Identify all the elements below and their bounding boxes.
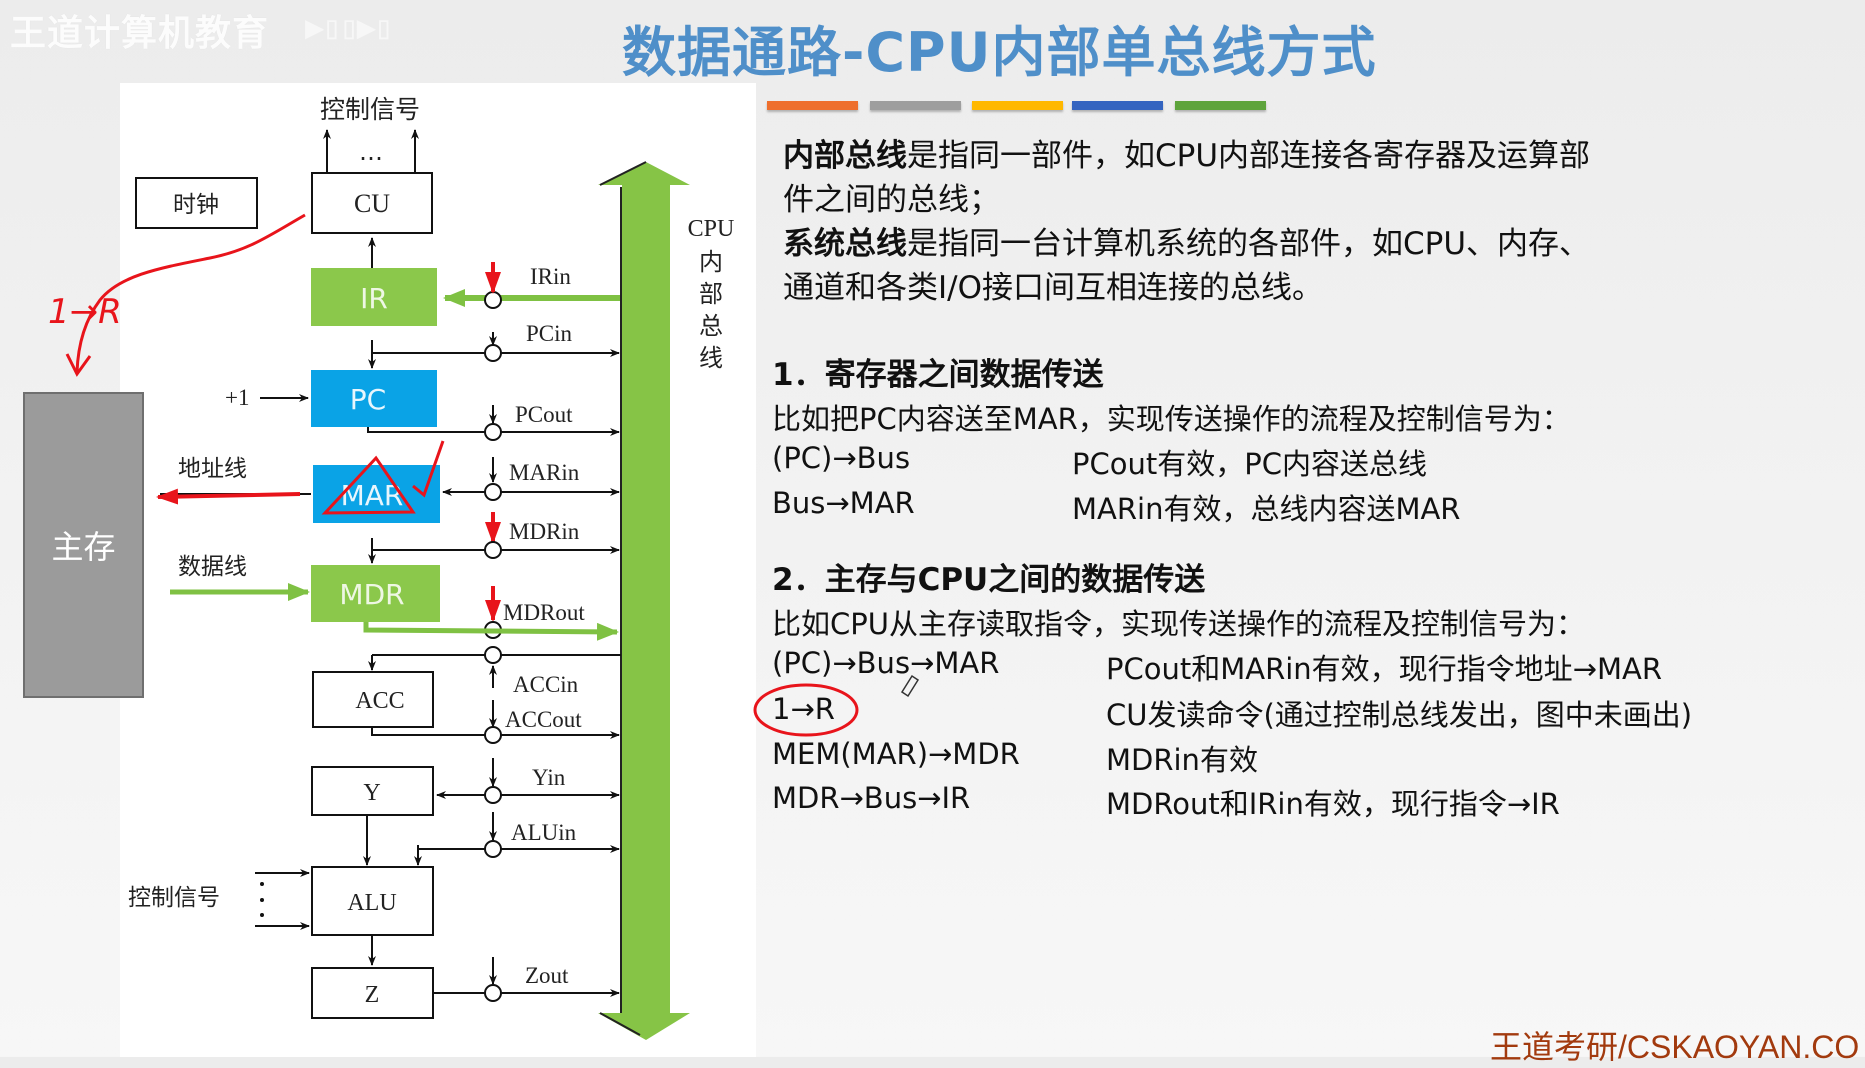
z-label: Z [365, 982, 380, 1008]
signal-mdrin: MDRin [509, 519, 580, 544]
signal-pcin: PCin [526, 321, 573, 346]
footer-brand: 王道考研/CSKAOYAN.CO [1490, 1029, 1860, 1065]
signal-aluin: ALUin [511, 820, 577, 845]
irin-gate [484, 291, 502, 309]
step: (PC)→Bus→MAR [772, 646, 1000, 680]
signal-zout: Zout [525, 963, 569, 988]
marin-gate [484, 483, 502, 501]
signal-accout: ACCout [505, 707, 582, 732]
handwritten-1-to-R: 1→R [48, 292, 122, 332]
step: MEM(MAR)→MDR [772, 737, 1020, 771]
signal-accin: ACCin [513, 672, 579, 697]
step-desc: PCout和MARin有效，现行指令地址→MAR [1106, 652, 1662, 686]
signal-pcout: PCout [515, 402, 573, 427]
signal-marin: MARin [509, 460, 580, 485]
system-bus-term: 系统总线 [783, 226, 907, 262]
signal-yin: Yin [532, 765, 566, 790]
internal-bus-definition: 内部总线是指同一部件，如CPU内部连接各寄存器及运算部 件之间的总线； 系统总线… [783, 134, 1590, 310]
alu-control-signal-label: 控制信号 [128, 885, 220, 911]
alu-label: ALU [347, 890, 396, 916]
internal-bus-term: 内部总线 [783, 138, 907, 174]
pc-label: PC [350, 383, 386, 416]
step: MDR→Bus→IR [772, 781, 971, 815]
system-bus-text-line2: 通道和各类I/O接口间互相连接的总线。 [783, 270, 1323, 306]
step: 1→R [772, 692, 835, 726]
step-desc: CU发读命令(通过控制总线发出，图中未画出) [1106, 698, 1693, 732]
step-desc: MDRout和IRin有效，现行指令→IR [1106, 787, 1560, 821]
accin-gate [484, 646, 502, 664]
internal-bus-text: 是指同一部件，如CPU内部连接各寄存器及运算部 [907, 138, 1591, 174]
control-signal-label-top: 控制信号 [320, 95, 420, 124]
section2-heading: 2．主存与CPU之间的数据传送 [772, 562, 1206, 598]
internal-bus-text-line2: 件之间的总线； [783, 182, 1000, 218]
bus-label-char: 线 [699, 344, 723, 372]
plus-one-label: +1 [225, 385, 249, 410]
cpu-internal-bus [598, 161, 690, 1040]
accout-gate [484, 726, 502, 744]
step: Bus→MAR [772, 486, 915, 520]
pcout-gate [484, 423, 502, 441]
bus-label-cpu: CPU [688, 216, 735, 242]
step-desc: MARin有效，总线内容送MAR [1072, 492, 1461, 526]
yin-gate [484, 786, 502, 804]
system-bus-text: 是指同一台计算机系统的各部件，如CPU、内存、 [907, 226, 1591, 262]
data-line-label: 数据线 [178, 554, 247, 580]
pcin-gate [484, 344, 502, 362]
section1-heading: 1．寄存器之间数据传送 [772, 357, 1104, 393]
ir-label: IR [360, 282, 388, 315]
bus-label-char: 部 [699, 280, 723, 308]
step: (PC)→Bus [772, 441, 911, 475]
y-label: Y [363, 780, 380, 806]
step-desc: PCout有效，PC内容送总线 [1072, 447, 1427, 481]
zout-gate [484, 984, 502, 1002]
section1-intro: 比如把PC内容送至MAR，实现传送操作的流程及控制信号为： [772, 402, 1571, 436]
signal-irin: IRin [530, 264, 571, 289]
aluin-gate [484, 840, 502, 858]
signal-mdrout: MDRout [503, 600, 585, 625]
mdrin-gate [484, 541, 502, 559]
bus-label-char: 内 [699, 248, 723, 276]
bus-label-char: 总 [699, 312, 723, 340]
mdr-label: MDR [339, 578, 404, 611]
clock-label: 时钟 [173, 192, 219, 218]
step-desc: MDRin有效 [1106, 743, 1258, 777]
address-line-label: 地址线 [178, 456, 247, 482]
acc-label: ACC [355, 688, 404, 714]
ellipsis: … [359, 138, 383, 166]
section2-intro: 比如CPU从主存读取指令，实现传送操作的流程及控制信号为： [772, 607, 1585, 641]
cu-label: CU [354, 189, 390, 218]
